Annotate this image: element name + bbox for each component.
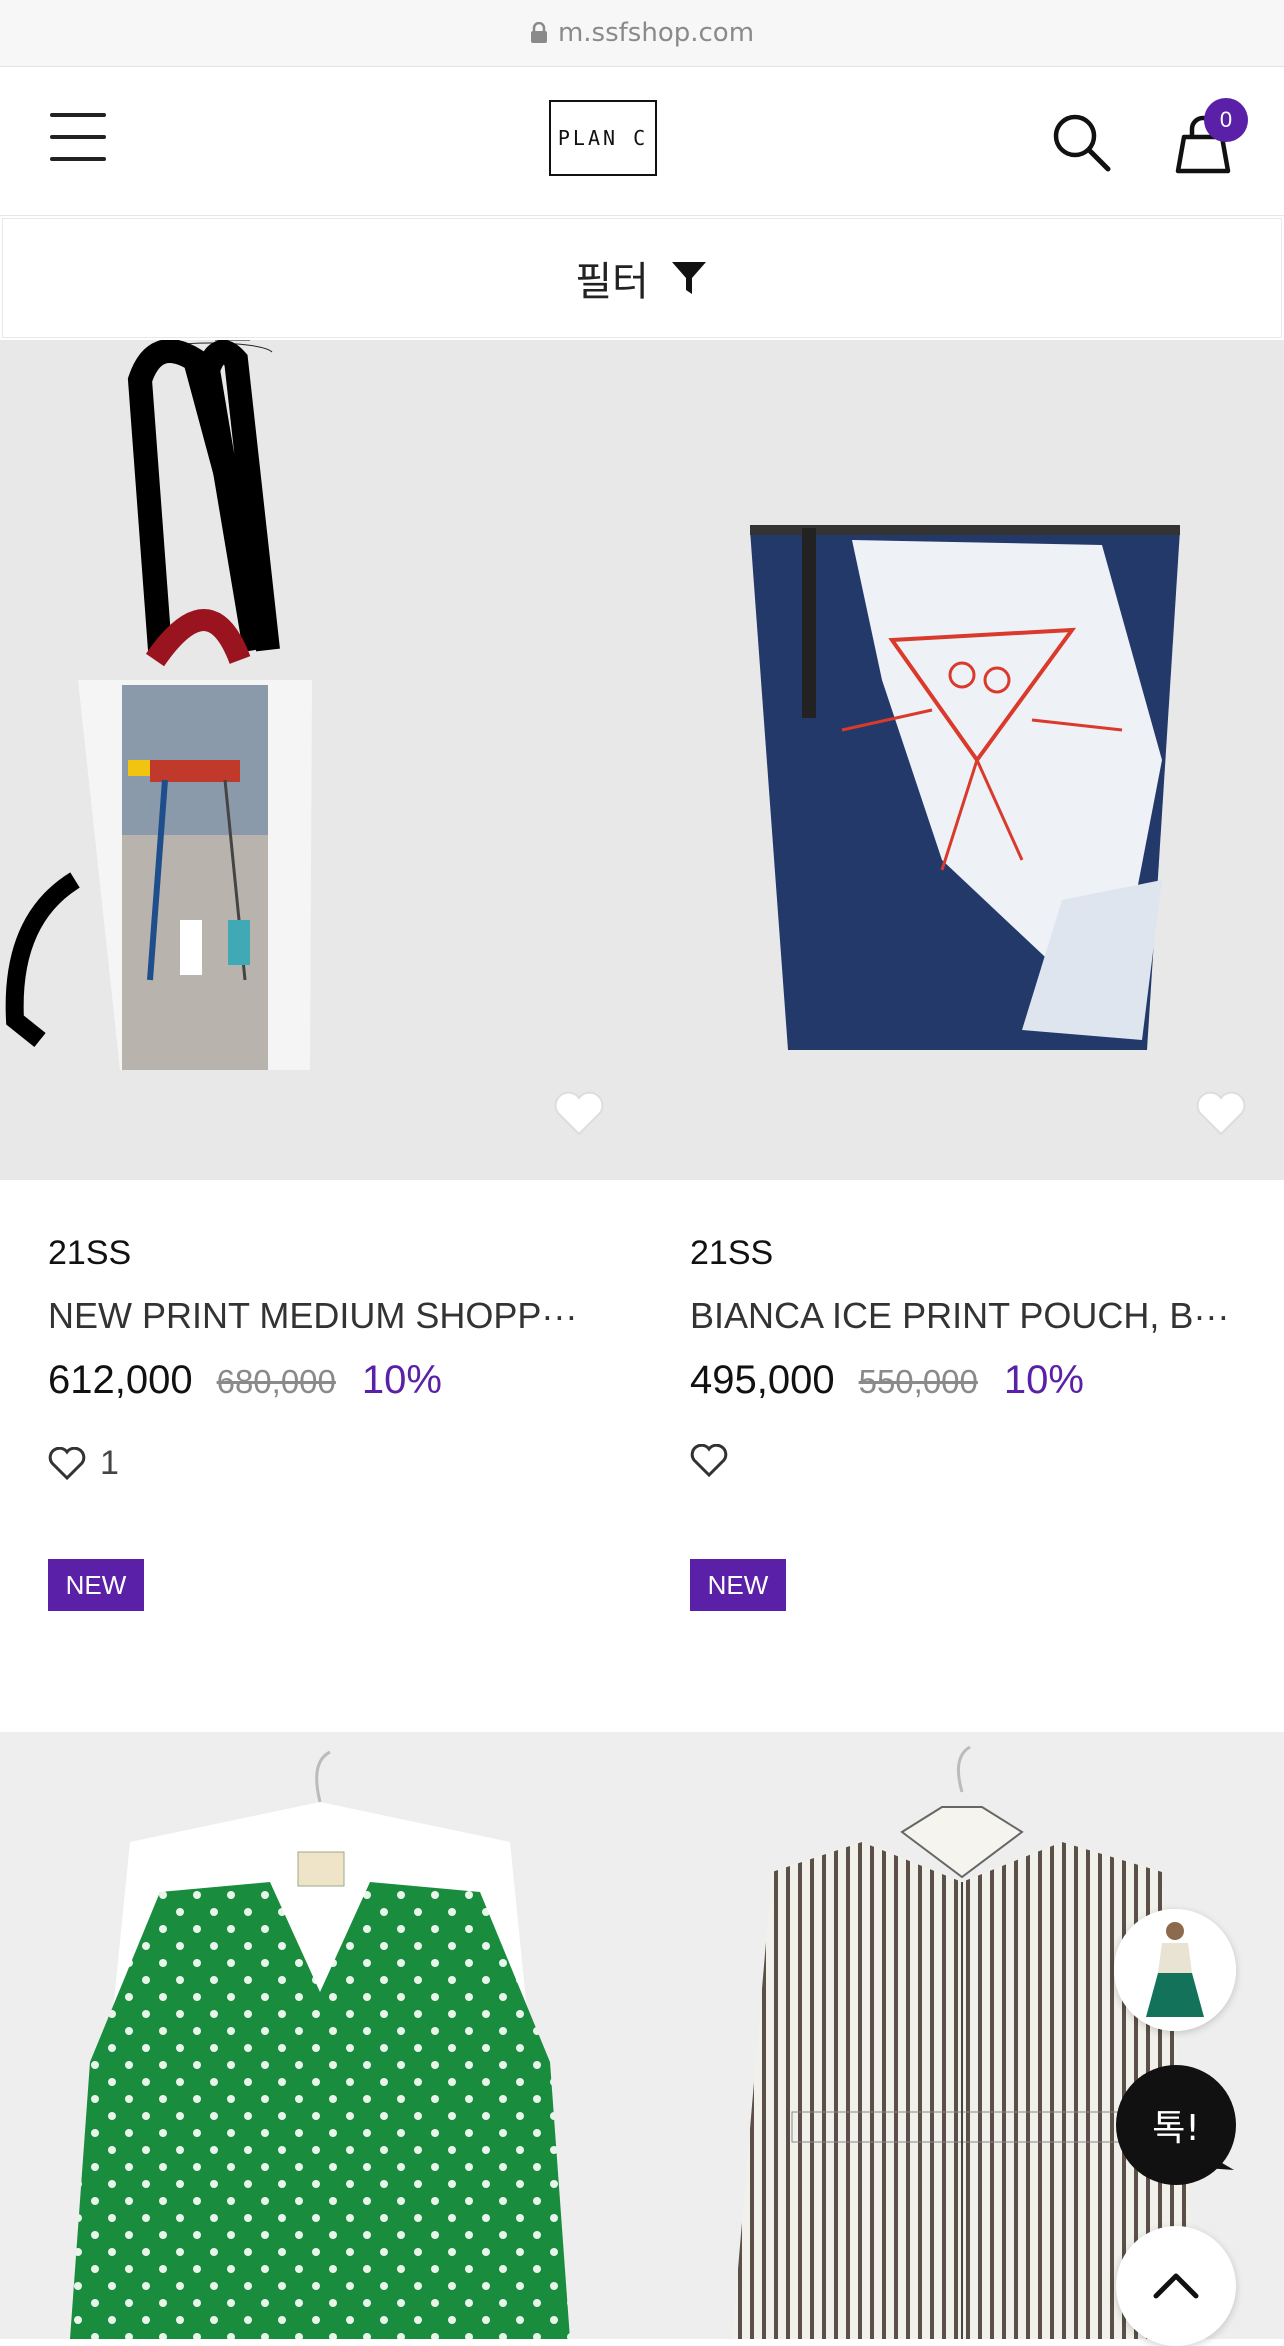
like-button[interactable]: 1 <box>48 1444 119 1483</box>
filter-funnel-icon <box>671 262 706 294</box>
filter-button[interactable]: 필터 <box>2 218 1282 338</box>
lock-icon <box>530 22 547 43</box>
menu-icon[interactable] <box>50 113 106 169</box>
site-header: PLAN C <box>0 67 1284 216</box>
like-button[interactable] <box>690 1444 742 1478</box>
original-price: 550,000 <box>858 1363 978 1400</box>
sale-price: 495,000 <box>690 1358 835 1402</box>
heart-outline-icon <box>48 1446 86 1480</box>
product-name[interactable]: NEW PRINT MEDIUM SHOPP··· <box>48 1295 588 1337</box>
scroll-to-top-button[interactable] <box>1116 2226 1236 2346</box>
wishlist-heart-icon[interactable] <box>1194 1090 1248 1138</box>
like-count: 1 <box>100 1444 119 1482</box>
recent-view-thumbnail[interactable] <box>1114 1909 1236 2031</box>
brand-logo[interactable]: PLAN C <box>549 100 657 176</box>
product-season: 21SS <box>48 1234 132 1272</box>
price-row: 495,000 550,000 10% <box>690 1358 1084 1403</box>
url-text: m.ssfshop.com <box>557 18 755 48</box>
filter-label: 필터 <box>575 259 649 305</box>
product-name[interactable]: BIANCA ICE PRINT POUCH, B··· <box>690 1295 1230 1337</box>
product-image-tote-bag[interactable] <box>0 340 642 1180</box>
product-image-pouch[interactable] <box>642 340 1284 1180</box>
heart-outline-icon <box>690 1444 728 1478</box>
discount-rate: 10% <box>1003 1358 1084 1402</box>
browser-url-bar[interactable]: m.ssfshop.com <box>0 0 1284 67</box>
new-badge: NEW <box>48 1559 144 1611</box>
product-image-green-polka-blouse[interactable] <box>0 1732 642 2339</box>
chat-bubble-tail <box>1200 2150 1234 2170</box>
chevron-up-icon <box>1153 2273 1199 2299</box>
price-row: 612,000 680,000 10% <box>48 1358 442 1403</box>
new-badge: NEW <box>690 1559 786 1611</box>
product-season: 21SS <box>690 1234 774 1272</box>
sale-price: 612,000 <box>48 1358 193 1402</box>
search-icon[interactable] <box>1050 111 1112 173</box>
cart-count-badge: 0 <box>1204 98 1248 142</box>
model-thumbnail-image <box>1114 1909 1236 2031</box>
original-price: 680,000 <box>216 1363 336 1400</box>
discount-rate: 10% <box>361 1358 442 1402</box>
wishlist-heart-icon[interactable] <box>552 1090 606 1138</box>
